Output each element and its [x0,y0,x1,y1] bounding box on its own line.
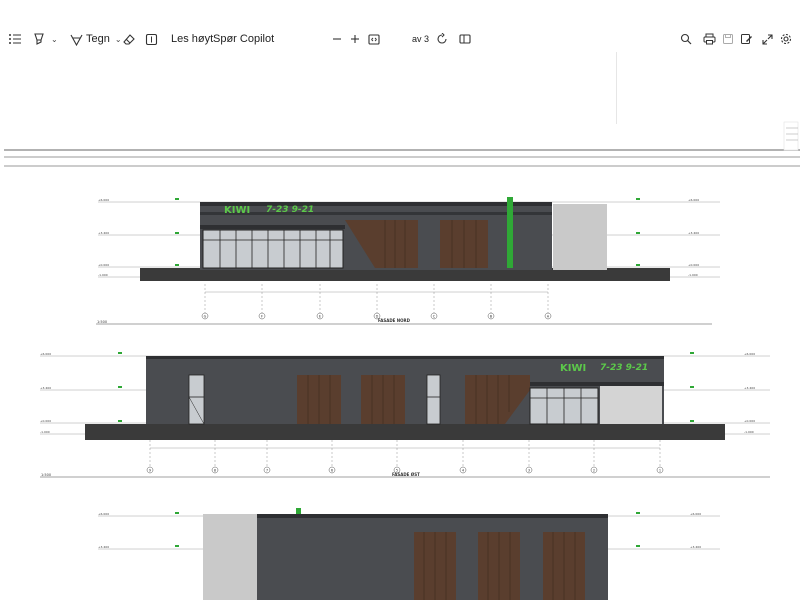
svg-text:+6.000: +6.000 [744,352,755,356]
facade-title: FASADE ØST [392,472,420,477]
print-button[interactable] [703,29,716,49]
store-sign: KIWI 7-23 9-21 [560,363,648,374]
svg-text:+3.400: +3.400 [98,231,109,235]
contents-button[interactable] [8,29,22,49]
sign-hours: 7-23 9-21 [600,363,648,373]
svg-text:+0.000: +0.000 [688,263,699,267]
svg-text:-1.000: -1.000 [40,430,50,434]
page-view-icon [459,33,471,45]
chevron-down-icon: ⌄ [51,34,58,44]
svg-text:+0.000: +0.000 [744,419,755,423]
facade-partial: +6.000 +3.400 +6.000 +3.400 [98,508,720,600]
svg-text:+3.400: +3.400 [40,386,51,390]
zoom-in-button[interactable] [350,29,360,49]
search-button[interactable] [680,29,692,49]
read-aloud-button[interactable]: Les høyt [171,29,213,49]
svg-text:-1.000: -1.000 [744,430,754,434]
settings-button[interactable] [780,29,792,49]
sign-hours: 7-23 9-21 [266,205,314,215]
grid-label: 9 [149,469,151,473]
page-of-label: av 3 [412,34,430,44]
facade-title: FASADE NORD [378,318,411,323]
svg-text:+6.000: +6.000 [98,512,109,516]
facade-ost: +6.000 +3.400 +0.000 -1.000 +6.000 +3.40… [40,352,770,478]
eraser-icon [122,33,135,46]
svg-text:+3.400: +3.400 [690,545,701,549]
draw-button[interactable]: Tegn ⌄ [70,29,122,49]
draw-label: Tegn [86,33,110,45]
svg-text:+6.000: +6.000 [688,198,699,202]
settings-icon [780,33,792,45]
store-sign: KIWI 7-23 9-21 [224,205,314,216]
grid-label: 3 [528,469,530,473]
svg-text:-1.000: -1.000 [98,273,108,277]
page-indicator: av 3 [412,29,429,49]
read-aloud-label: Les høyt [171,33,214,45]
svg-text:+6.000: +6.000 [40,352,51,356]
grid-label: 6 [331,469,333,473]
scale-label: 1:500 [41,473,51,477]
copilot-label: Spør Copilot [213,33,275,45]
eraser-button[interactable] [122,29,135,49]
fullscreen-icon [762,33,773,45]
grid-label: G [204,315,207,319]
drawing-sheet: +6.000 +3.400 +0.000 -1.000 +6.000 +3.40… [4,121,800,600]
highlight-button[interactable]: ⌄ [32,29,58,49]
door [426,374,441,425]
zoom-out-icon [332,34,342,44]
svg-text:+3.400: +3.400 [744,386,755,390]
save-as-icon [740,33,752,45]
fit-page-icon [368,33,380,45]
svg-text:+0.000: +0.000 [98,263,109,267]
svg-text:+6.000: +6.000 [98,198,109,202]
page-view-button[interactable] [459,29,471,49]
highlight-icon [32,32,46,46]
svg-text:-1.000: -1.000 [688,273,698,277]
text-box-icon [145,33,158,46]
grid-label: E [319,315,321,319]
chevron-down-icon: ⌄ [114,34,122,44]
green-pylon [507,197,513,268]
copilot-button[interactable]: Spør Copilot [213,29,274,49]
draw-icon [70,33,83,46]
grid-label: 8 [214,469,216,473]
zoom-in-icon [350,34,360,44]
grid-label: 7 [266,469,268,473]
sign-logo: KIWI [224,205,250,216]
glass-annex [203,514,258,600]
scale-label: 1:500 [97,320,107,324]
glass-annex [600,384,662,424]
grid-label: F [261,315,263,319]
facade-nord: +6.000 +3.400 +0.000 -1.000 +6.000 +3.40… [96,197,720,325]
fullscreen-button[interactable] [762,29,773,49]
ground-band [85,424,725,440]
svg-text:+3.400: +3.400 [688,231,699,235]
search-icon [680,33,692,45]
door [188,374,205,425]
text-box-button[interactable] [145,29,158,49]
glass-annex [553,204,607,270]
zoom-out-button[interactable] [332,29,342,49]
title-block-fragment [783,121,799,151]
svg-text:+6.000: +6.000 [690,512,701,516]
save-icon [722,33,734,45]
fit-page-button[interactable] [368,29,380,49]
sign-logo: KIWI [560,363,586,374]
grid-label: 1 [659,469,661,473]
rotate-button[interactable] [436,29,448,49]
svg-text:+3.400: +3.400 [98,545,109,549]
rotate-icon [436,33,448,45]
print-icon [703,33,716,45]
document-viewport[interactable]: +6.000 +3.400 +0.000 -1.000 +6.000 +3.40… [0,52,800,600]
save-as-button[interactable] [740,29,752,49]
grid-label: 2 [593,469,595,473]
contents-icon [8,33,22,45]
save-button[interactable] [722,29,734,49]
svg-text:+0.000: +0.000 [40,419,51,423]
storefront-glazing [202,229,344,269]
pdf-toolbar: ⌄ Tegn ⌄ Les høyt Spør Copilot av 3 [0,28,800,50]
